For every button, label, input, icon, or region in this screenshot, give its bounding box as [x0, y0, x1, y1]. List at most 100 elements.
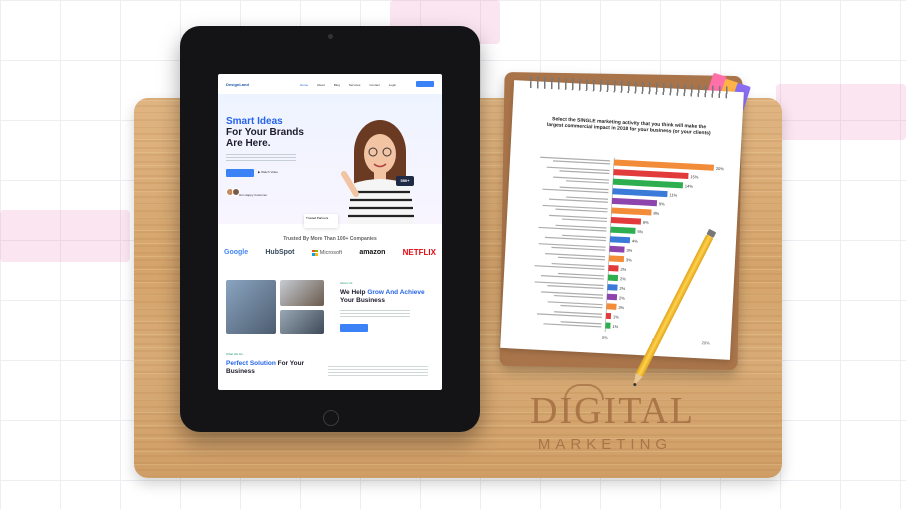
- hero-woman-image: [341, 120, 414, 224]
- camera-icon: [328, 34, 333, 39]
- chart-bar: [612, 188, 668, 198]
- customers-badge: 550+: [396, 176, 414, 186]
- chart-paper: Select the SINGLE marketing activity tha…: [500, 76, 744, 360]
- nav-link[interactable]: Home: [300, 83, 308, 87]
- data-label: 5%: [637, 229, 643, 234]
- team-photo: [226, 280, 276, 334]
- data-label: 2%: [619, 295, 625, 300]
- chart-bar: [612, 178, 684, 189]
- site-nav: DesignLand Home About Blog Services Contact L…: [218, 74, 442, 94]
- nav-link[interactable]: Contact: [369, 83, 379, 87]
- about-label: About Us: [340, 281, 353, 285]
- category-label: [534, 281, 604, 290]
- nav-cta-button[interactable]: [416, 81, 434, 87]
- background-glow: [0, 210, 130, 262]
- category-label: [534, 262, 605, 270]
- data-label: 2%: [619, 286, 625, 291]
- hero-title-line-3: Are Here.: [226, 138, 271, 149]
- grow-title: We Help Grow And Achieve Your Business: [340, 289, 430, 305]
- solution-text: [328, 366, 428, 376]
- chart-bar: [606, 303, 617, 310]
- data-label: 2%: [618, 305, 624, 310]
- chart-bar: [610, 217, 642, 225]
- home-button[interactable]: [323, 410, 339, 426]
- team-photo: [280, 310, 324, 334]
- data-label: 20%: [716, 166, 725, 171]
- nav-link[interactable]: About: [317, 83, 325, 87]
- category-label: [540, 156, 611, 165]
- category-label: [542, 186, 609, 194]
- logo-line-1: DIGITAL: [530, 390, 696, 432]
- grow-title-b: Grow And Achieve: [367, 289, 425, 296]
- solution-title-a: Perfect Solution: [226, 360, 276, 367]
- watch-video-label: Watch Video: [261, 170, 278, 174]
- digital-marketing-logo: DIGITAL MARKETING: [530, 390, 696, 453]
- microsoft-label: Microsoft: [319, 249, 343, 256]
- chart-bar: [605, 312, 612, 320]
- category-label: [546, 166, 610, 175]
- chart-bar: [610, 226, 636, 234]
- nav-link[interactable]: Services: [349, 83, 361, 87]
- category-label: [549, 214, 608, 223]
- data-label: 6%: [643, 220, 649, 225]
- get-started-button[interactable]: [226, 169, 254, 177]
- category-label: [542, 204, 608, 213]
- watch-video-link[interactable]: ▶ Watch Video: [258, 170, 282, 176]
- data-label: 1%: [613, 314, 619, 319]
- brand-logos: Google HubSpot Microsoft amazon NETFLIX: [224, 248, 436, 257]
- data-label: 3%: [626, 248, 632, 253]
- microsoft-icon: [311, 249, 318, 256]
- logo-line-2: MARKETING: [537, 436, 673, 453]
- category-label: [536, 311, 603, 318]
- nav-links: Home About Blog Services Contact Login: [300, 83, 396, 87]
- grow-title-a: We Help: [340, 289, 368, 296]
- category-label: [538, 243, 606, 251]
- category-label: [540, 272, 605, 280]
- chart-bar: [609, 245, 625, 253]
- data-label: 2%: [620, 267, 626, 272]
- trusted-title: Trusted By More Than 100+ Companies: [283, 236, 377, 242]
- chart-bar: [608, 255, 625, 263]
- chart-bar: [609, 236, 631, 244]
- chart-bar: [607, 274, 619, 282]
- tablet: DesignLand Home About Blog Services Contact L…: [180, 26, 480, 432]
- category-label: [544, 234, 607, 242]
- hero-title-line-1: Smart Ideas: [226, 116, 283, 127]
- tablet-screen[interactable]: DesignLand Home About Blog Services Contact L…: [218, 74, 442, 390]
- category-label: [541, 291, 604, 299]
- category-label: [548, 196, 609, 203]
- x-tick-label: 0%: [602, 335, 608, 340]
- chart-bar: [608, 264, 619, 272]
- hubspot-logo: HubSpot: [265, 249, 295, 256]
- category-label: [553, 176, 610, 184]
- chart-bar: [607, 284, 618, 291]
- x-tick-label: 20%: [702, 340, 711, 345]
- data-label: 14%: [685, 183, 694, 188]
- category-label: [547, 301, 603, 309]
- partners-card: Trusted Partners: [304, 214, 338, 228]
- amazon-logo: amazon: [359, 249, 386, 256]
- data-label: 3%: [626, 257, 632, 262]
- what-we-do-label: What We Do: [226, 352, 243, 356]
- nav-link[interactable]: Blog: [334, 83, 340, 87]
- learn-more-button[interactable]: [340, 324, 368, 332]
- netflix-logo: NETFLIX: [402, 248, 436, 257]
- google-logo: Google: [224, 249, 249, 256]
- microsoft-logo: Microsoft: [311, 249, 343, 256]
- nav-link[interactable]: Login: [389, 83, 396, 87]
- chart-bar: [606, 293, 618, 301]
- rating-label: Our Happy Customer: [238, 193, 268, 197]
- data-label: 15%: [690, 174, 699, 179]
- team-photos: [226, 280, 324, 334]
- data-label: 8%: [653, 211, 659, 216]
- team-photo: [280, 280, 324, 306]
- data-label: 11%: [669, 192, 677, 197]
- site-brand[interactable]: DesignLand: [226, 82, 249, 87]
- hero-title-line-2: For Your Brands: [226, 127, 304, 138]
- hero-section: Smart Ideas For Your Brands Are Here. ▶ …: [218, 94, 442, 228]
- hero-subtitle: [226, 154, 296, 162]
- data-label: 1%: [612, 324, 618, 329]
- chart-bar: [611, 197, 658, 207]
- category-label: [545, 253, 606, 261]
- hero-title: Smart Ideas For Your Brands Are Here.: [226, 116, 326, 149]
